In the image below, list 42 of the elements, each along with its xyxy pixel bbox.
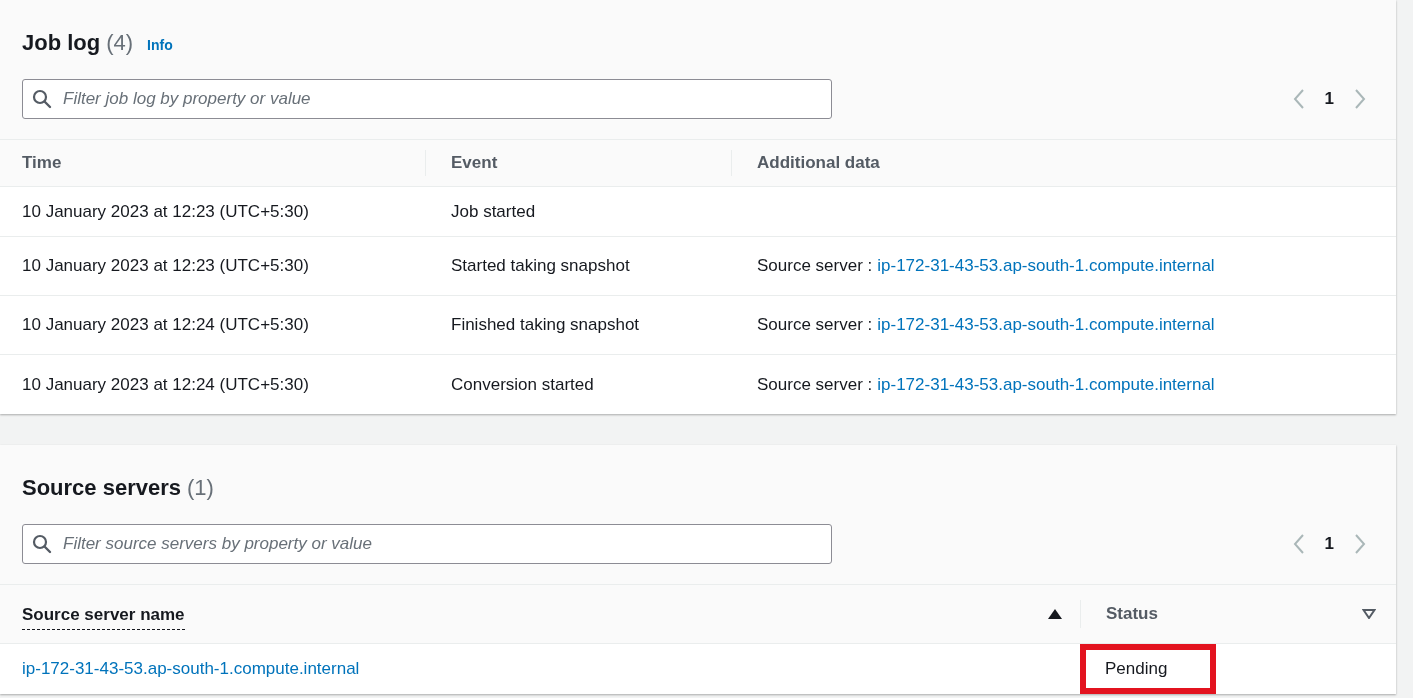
sort-icon[interactable] xyxy=(1362,609,1376,619)
item-count: (1) xyxy=(187,474,214,502)
column-header[interactable]: Status xyxy=(1106,601,1158,627)
table-cell: Job started xyxy=(451,201,536,221)
table-cell: 10 January 2023 at 12:24 (UTC+5:30) xyxy=(22,374,309,394)
column-header: Additional data xyxy=(757,152,880,175)
column-header[interactable]: Source server name xyxy=(22,601,185,631)
next-page-button[interactable] xyxy=(1354,88,1366,110)
table-cell-text: Source server : xyxy=(757,373,873,396)
panel-title: Source servers xyxy=(22,474,181,502)
sort-ascending-icon[interactable] xyxy=(1048,609,1062,619)
previous-page-button[interactable] xyxy=(1292,533,1305,555)
server-link[interactable]: ip-172-31-43-53.ap-south-1.compute.internal xyxy=(22,659,360,679)
table-cell: 10 January 2023 at 12:23 (UTC+5:30) xyxy=(22,256,309,276)
table-cell: Finished taking snapshot xyxy=(451,315,640,335)
item-count: (4) xyxy=(106,29,134,57)
search-icon xyxy=(32,89,52,109)
table-cell-text: Source server : xyxy=(757,255,873,278)
info-link[interactable]: Info xyxy=(147,35,173,56)
search-field[interactable]: Filter source servers by property or value xyxy=(22,524,832,564)
table-cell-text: Source server : xyxy=(757,314,873,337)
chevron-left-icon xyxy=(1292,88,1305,110)
column-header: Event xyxy=(451,152,498,175)
search-field[interactable]: Filter job log by property or value xyxy=(22,79,832,119)
server-link[interactable]: ip-172-31-43-53.ap-south-1.compute.internal xyxy=(877,312,1215,338)
table-cell: 10 January 2023 at 12:24 (UTC+5:30) xyxy=(22,315,309,335)
page-number[interactable]: 1 xyxy=(1324,531,1334,557)
chevron-left-icon xyxy=(1292,533,1305,555)
server-link[interactable]: ip-172-31-43-53.ap-south-1.compute.internal xyxy=(877,371,1215,398)
chevron-right-icon xyxy=(1354,88,1366,110)
panel-title: Job log xyxy=(22,29,101,57)
table-cell: Conversion started xyxy=(451,374,594,394)
next-page-button[interactable] xyxy=(1354,533,1366,555)
column-header: Time xyxy=(22,152,62,175)
page-number[interactable]: 1 xyxy=(1324,86,1334,112)
table-cell: 10 January 2023 at 12:23 (UTC+5:30) xyxy=(22,201,309,221)
search-icon xyxy=(32,534,52,554)
table-cell: Started taking snapshot xyxy=(451,256,630,276)
chevron-right-icon xyxy=(1354,533,1366,555)
previous-page-button[interactable] xyxy=(1292,88,1305,110)
status-text: Pending xyxy=(1080,644,1216,694)
server-link[interactable]: ip-172-31-43-53.ap-south-1.compute.internal xyxy=(877,253,1215,279)
